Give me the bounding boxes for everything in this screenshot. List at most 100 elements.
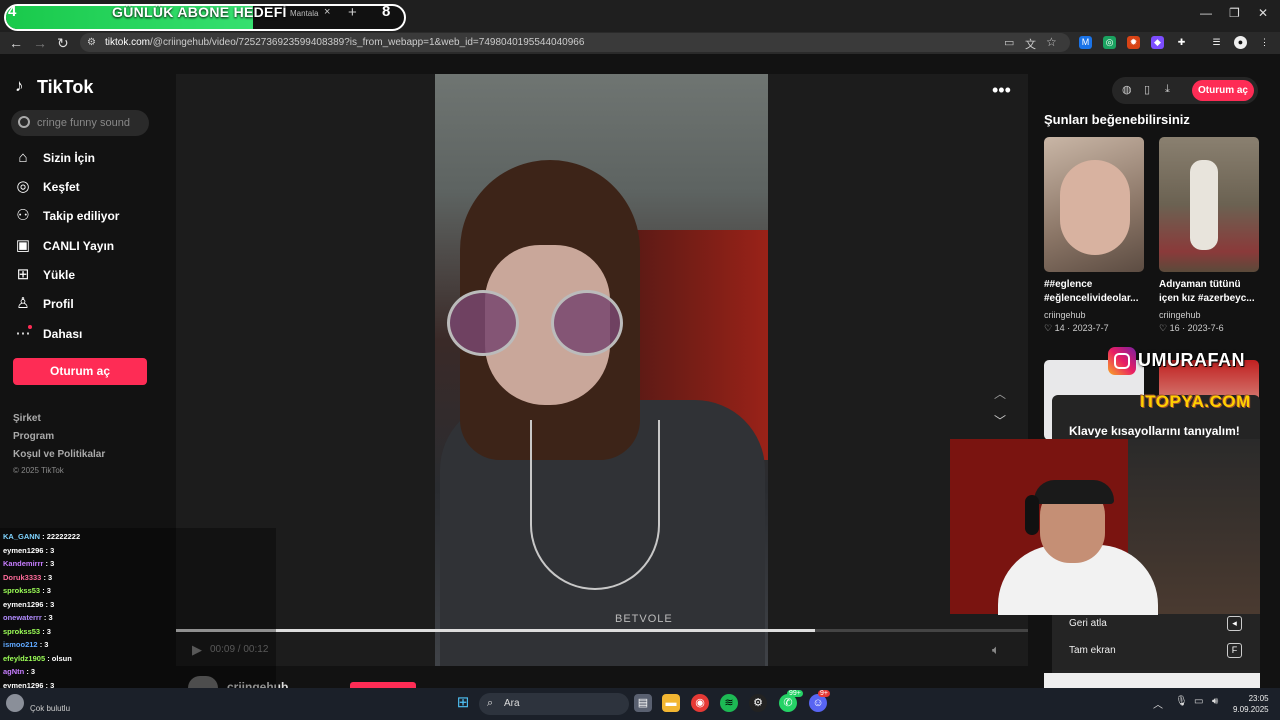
more-options-icon[interactable]: ••• <box>992 80 1011 101</box>
login-button[interactable]: Oturum aç <box>13 358 147 385</box>
device-icon[interactable]: ▯ <box>1144 83 1150 96</box>
windows-start-icon[interactable]: ⊞ <box>454 694 472 712</box>
maximize-button[interactable]: ❐ <box>1229 6 1240 20</box>
spotify-icon[interactable]: ≋ <box>720 694 738 712</box>
extension-fox-icon[interactable]: ✹ <box>1127 36 1140 49</box>
tab-close-icon[interactable]: × <box>324 6 330 18</box>
taskbar-clock[interactable]: 23:05 9.09.2025 <box>1233 693 1269 715</box>
network-icon[interactable]: ▭ <box>1194 696 1203 707</box>
chat-username: KA_GANN <box>3 532 41 541</box>
url-host: tiktok.com <box>105 37 151 48</box>
sidebar-item-profile[interactable]: ♙ Profil <box>14 293 73 315</box>
new-tab-button[interactable]: + <box>348 4 357 21</box>
suggestion-likes: 14 <box>1054 323 1065 333</box>
webcam-headphones <box>1025 495 1039 535</box>
coins-icon[interactable]: ◍ <box>1122 83 1132 96</box>
url-text[interactable]: tiktok.com/@criingehub/video/72527369235… <box>105 37 584 48</box>
following-icon: ⚇ <box>16 207 30 224</box>
chat-separator: : <box>24 667 31 676</box>
chat-username: ismoo212 <box>3 640 38 649</box>
suggestion-title[interactable]: ##eglence #eğlencelivideolar... <box>1044 278 1148 306</box>
search-icon <box>18 116 30 128</box>
download-icon[interactable]: ⤓ <box>1165 83 1170 96</box>
sidebar-item-explore[interactable]: ◎ Keşfet <box>14 176 80 198</box>
close-window-button[interactable]: ✕ <box>1258 6 1268 20</box>
reading-list-icon[interactable]: ☰ <box>1210 36 1223 49</box>
suggestion-likes: 16 <box>1169 323 1180 333</box>
suggestions-title: Şunları beğenebilirsiniz <box>1044 112 1190 127</box>
suggestion-user[interactable]: criingehub <box>1044 310 1086 320</box>
sidebar-item-for-you[interactable]: ⌂ Sizin İçin <box>14 147 95 169</box>
chat-text: 3 <box>46 586 51 595</box>
reload-icon[interactable]: ↻ <box>57 35 69 52</box>
login-top-button[interactable]: Oturum aç <box>1192 80 1254 101</box>
goal-target: 8 <box>382 3 391 20</box>
browser-menu-icon[interactable]: ⋮ <box>1258 36 1271 49</box>
video-watermark: BETVOLE <box>615 613 673 625</box>
chat-message: ismoo212 : 3 <box>3 640 48 649</box>
chat-separator: : <box>40 626 47 636</box>
extension-green-icon[interactable]: ◎ <box>1103 36 1116 49</box>
chrome-icon[interactable]: ◉ <box>691 694 709 712</box>
sidebar-item-label: Takip ediliyor <box>43 209 120 223</box>
chat-message: efeyldz1905 : olsun <box>3 654 72 663</box>
profile-avatar-icon[interactable]: ● <box>1234 36 1247 49</box>
extension-m-icon[interactable]: M <box>1079 36 1092 49</box>
webcam-person-cap <box>1034 480 1114 504</box>
chat-message: eymen1296 : 3 <box>3 600 54 609</box>
profile-icon: ♙ <box>16 295 30 312</box>
chat-message: agNtn : 3 <box>3 667 35 676</box>
footer-link-company[interactable]: Şirket <box>13 413 41 424</box>
weather-icon[interactable] <box>6 694 24 712</box>
steam-icon[interactable]: ⚙ <box>749 694 767 712</box>
suggestion-user[interactable]: criingehub <box>1159 310 1201 320</box>
sidebar-item-live[interactable]: ▣ CANLI Yayın <box>14 235 114 257</box>
footer-link-terms[interactable]: Koşul ve Politikalar <box>13 449 105 460</box>
taskbar-search-icon: ⌕ <box>487 697 494 709</box>
chat-username: Doruk3333 <box>3 572 42 582</box>
suggestion-date: 2023-7-7 <box>1072 323 1109 333</box>
chevron-up-icon[interactable]: ︿ <box>994 385 1006 402</box>
tray-chevron-up-icon[interactable]: ︿ <box>1153 696 1163 711</box>
video-frame-sunglasses-right <box>551 290 623 356</box>
sidebar-item-following[interactable]: ⚇ Takip ediliyor <box>14 205 119 227</box>
chat-separator: : <box>40 532 47 541</box>
task-view-icon[interactable]: ▤ <box>634 694 652 712</box>
tab-title[interactable]: Mantala <box>290 9 318 18</box>
shortcut-label: Tam ekran <box>1069 645 1116 656</box>
chat-text: 3 <box>46 626 51 636</box>
chat-message: sprokss53 : 3 <box>3 586 51 595</box>
bookmark-star-icon[interactable]: ☆ <box>1046 35 1057 49</box>
chat-message: onewaterrr : 3 <box>3 613 53 622</box>
tiktok-logo[interactable]: TikTok <box>37 77 93 98</box>
suggestion-thumbnail-partial[interactable] <box>1044 673 1260 688</box>
sidebar-item-label: Keşfet <box>43 180 80 194</box>
overlay-sponsor: ITOPYA.COM <box>1140 392 1251 411</box>
file-explorer-icon[interactable]: ▬ <box>662 694 680 712</box>
cast-icon[interactable]: ▭ <box>1004 36 1014 49</box>
translate-icon[interactable]: 文 <box>1025 36 1036 52</box>
microphone-icon[interactable]: 🎙︎ <box>1175 696 1188 707</box>
video-frame-sunglasses-left <box>447 290 519 356</box>
sidebar-item-upload[interactable]: ⊞ Yükle <box>14 264 75 286</box>
weather-text[interactable]: Çok bulutlu <box>30 704 70 713</box>
video-frame-chain-necklace <box>530 420 660 590</box>
taskbar-search[interactable] <box>479 693 629 715</box>
chevron-down-icon[interactable]: ﹀ <box>994 412 1006 429</box>
clock-date: 9.09.2025 <box>1233 705 1269 714</box>
chat-username: sprokss53 <box>3 586 41 595</box>
suggestion-title[interactable]: Adıyaman tütünü içen kız #azerbeyc... <box>1159 278 1263 306</box>
site-info-icon[interactable]: ⚙ <box>87 37 96 48</box>
sidebar-item-label: CANLI Yayın <box>43 239 115 253</box>
volume-icon[interactable]: 🔈︎ <box>992 642 1000 658</box>
back-icon[interactable]: ← <box>9 35 23 51</box>
extension-purple-icon[interactable]: ◆ <box>1151 36 1164 49</box>
footer-link-program[interactable]: Program <box>13 431 54 442</box>
sidebar-item-more[interactable]: ⋯ Dahası <box>14 323 83 345</box>
speaker-icon[interactable]: 🔊︎ <box>1212 696 1218 707</box>
extensions-puzzle-icon[interactable]: ✚ <box>1175 36 1188 49</box>
minimize-button[interactable]: — <box>1200 6 1212 20</box>
forward-icon[interactable]: → <box>33 35 47 51</box>
chat-text: 3 <box>50 599 55 609</box>
url-path: /@criingehub/video/7252736923599408389?i… <box>150 37 585 48</box>
